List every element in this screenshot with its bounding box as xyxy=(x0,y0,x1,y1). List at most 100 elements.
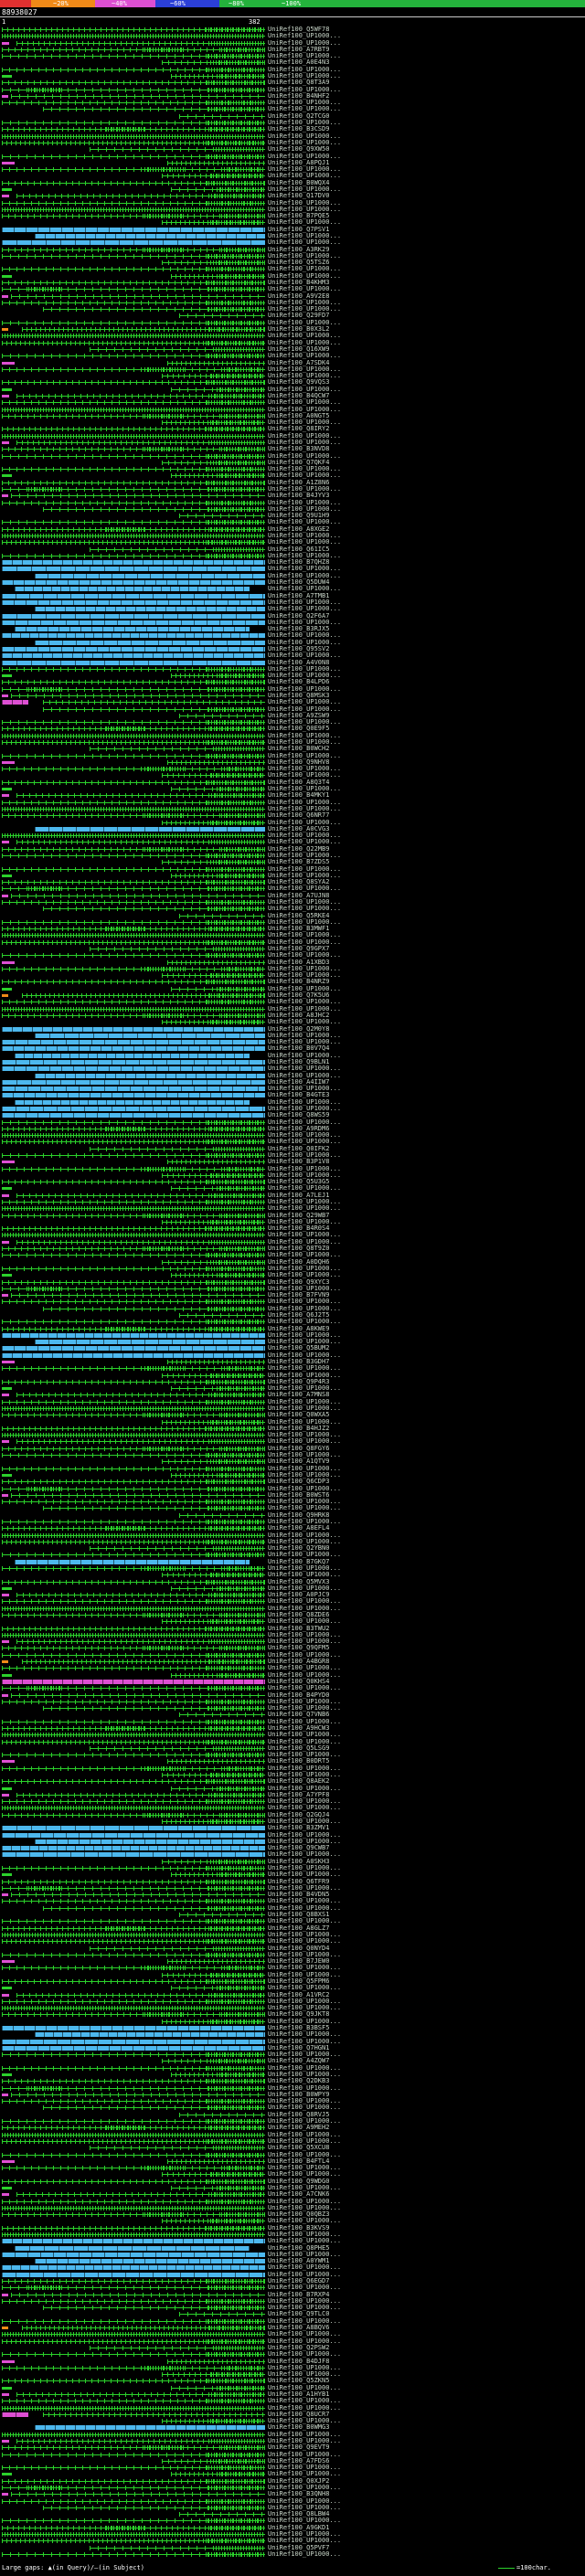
hit-bar-segment[interactable] xyxy=(2,2006,265,2011)
hit-bar-segment[interactable] xyxy=(179,2312,265,2317)
hit-bar-segment[interactable] xyxy=(2,361,16,365)
hit-bar-segment[interactable] xyxy=(220,1366,265,1372)
hit-bar-segment[interactable] xyxy=(209,773,265,779)
hit-bar-segment[interactable] xyxy=(34,2032,265,2038)
hit-bar-segment[interactable] xyxy=(209,2059,265,2064)
hit-bar-segment[interactable] xyxy=(205,1000,265,1005)
hit-bar-segment[interactable] xyxy=(2,987,13,991)
hit-bar-segment[interactable] xyxy=(205,1779,265,1785)
hit-bar-segment[interactable] xyxy=(208,1326,265,1331)
hit-bar-segment[interactable] xyxy=(209,174,265,179)
hit-bar-segment[interactable] xyxy=(2,1733,265,1738)
hit-bar-segment[interactable] xyxy=(208,1506,265,1511)
hit-bar-segment[interactable] xyxy=(28,2285,62,2291)
hit-bar-segment[interactable] xyxy=(217,787,265,792)
hit-bar-segment[interactable] xyxy=(10,2292,265,2297)
hit-bar-segment[interactable] xyxy=(205,253,265,259)
hit-bar-segment[interactable] xyxy=(208,1992,265,1998)
hit-bar-segment[interactable] xyxy=(209,2219,265,2224)
hit-bar-segment[interactable] xyxy=(205,1140,265,1145)
hit-bar-segment[interactable] xyxy=(2,660,265,665)
hit-bar-segment[interactable] xyxy=(220,1646,265,1651)
hit-bar-segment[interactable] xyxy=(205,1399,265,1405)
hit-bar-segment[interactable] xyxy=(2,760,16,764)
hit-bar-segment[interactable] xyxy=(2,806,265,811)
hit-bar-segment[interactable] xyxy=(205,2338,265,2344)
hit-bar-segment[interactable] xyxy=(205,1753,265,1758)
hit-bar-segment[interactable] xyxy=(104,1925,145,1931)
hit-bar-segment[interactable] xyxy=(205,680,265,685)
hit-bar-segment[interactable] xyxy=(205,1320,265,1325)
hit-bar-segment[interactable] xyxy=(28,1486,62,1491)
hit-bar-segment[interactable] xyxy=(208,1593,265,1598)
hit-bar-segment[interactable] xyxy=(205,980,265,985)
hit-bar-segment[interactable] xyxy=(209,1419,265,1425)
hit-bar-segment[interactable] xyxy=(2,534,265,539)
hit-bar-segment[interactable] xyxy=(2,1187,13,1191)
hit-bar-segment[interactable] xyxy=(208,2391,265,2397)
hit-bar-segment[interactable] xyxy=(2,75,13,79)
hit-bar-segment[interactable] xyxy=(217,1672,265,1678)
hit-bar-segment[interactable] xyxy=(220,1446,265,1451)
hit-bar-segment[interactable] xyxy=(215,546,265,552)
hit-bar-segment[interactable] xyxy=(2,1993,10,1997)
hit-bar-segment[interactable] xyxy=(217,1986,265,1991)
hit-bar-segment[interactable] xyxy=(166,2359,265,2364)
hit-bar-segment[interactable] xyxy=(2,2093,8,2096)
hit-bar-segment[interactable] xyxy=(34,1073,265,1078)
hit-bar-segment[interactable] xyxy=(179,913,265,918)
hit-bar-segment[interactable] xyxy=(220,2166,265,2171)
hit-bar-segment[interactable] xyxy=(209,2372,265,2378)
hit-bar-segment[interactable] xyxy=(208,1526,265,1532)
hit-bar-segment[interactable] xyxy=(205,480,265,485)
hit-bar-segment[interactable] xyxy=(2,1832,265,1838)
hit-bar-segment[interactable] xyxy=(144,167,186,173)
hit-bar-segment[interactable] xyxy=(209,1772,265,1777)
hit-bar-segment[interactable] xyxy=(205,899,265,905)
hit-bar-segment[interactable] xyxy=(205,2539,265,2544)
hit-bar-segment[interactable] xyxy=(144,2166,186,2171)
hit-bar-segment[interactable] xyxy=(208,393,265,398)
hit-bar-segment[interactable] xyxy=(10,2492,265,2497)
hit-bar-segment[interactable] xyxy=(205,154,265,159)
hit-bar-segment[interactable] xyxy=(2,1240,10,1244)
hit-bar-segment[interactable] xyxy=(34,607,265,612)
hit-bar-segment[interactable] xyxy=(208,706,265,712)
hit-bar-segment[interactable] xyxy=(208,1639,265,1645)
hit-bar-segment[interactable] xyxy=(209,1219,265,1224)
hit-bar-segment[interactable] xyxy=(215,147,265,153)
hit-bar-segment[interactable] xyxy=(104,1326,145,1331)
hit-bar-segment[interactable] xyxy=(209,860,265,865)
hit-bar-segment[interactable] xyxy=(217,273,265,279)
hit-bar-segment[interactable] xyxy=(217,673,265,679)
hit-bar-segment[interactable] xyxy=(208,1239,265,1245)
hit-bar-segment[interactable] xyxy=(2,1760,16,1764)
hit-bar-segment[interactable] xyxy=(205,1939,265,1945)
hit-bar-segment[interactable] xyxy=(2,2332,265,2337)
hit-bar-segment[interactable] xyxy=(217,1872,265,1878)
hit-bar-segment[interactable] xyxy=(205,354,265,359)
hit-bar-segment[interactable] xyxy=(179,113,265,119)
hit-bar-segment[interactable] xyxy=(2,2193,10,2197)
hit-bar-segment[interactable] xyxy=(2,1673,13,1677)
hit-bar-segment[interactable] xyxy=(166,759,265,765)
hit-bar-segment[interactable] xyxy=(2,1006,265,1012)
hit-bar-segment[interactable] xyxy=(10,293,265,299)
hit-bar-segment[interactable] xyxy=(205,880,265,885)
hit-bar-segment[interactable] xyxy=(179,2112,265,2117)
hit-bar-segment[interactable] xyxy=(104,526,145,532)
hit-bar-segment[interactable] xyxy=(2,328,8,332)
hit-bar-segment[interactable] xyxy=(2,187,13,191)
hit-bar-segment[interactable] xyxy=(2,1087,265,1092)
hit-bar-segment[interactable] xyxy=(220,2365,265,2370)
hit-bar-segment[interactable] xyxy=(208,2326,265,2331)
hit-bar-segment[interactable] xyxy=(2,833,265,839)
hit-bar-segment[interactable] xyxy=(15,1559,250,1564)
hit-bar-segment[interactable] xyxy=(144,2012,186,2018)
hit-bar-segment[interactable] xyxy=(208,1126,265,1131)
hit-bar-segment[interactable] xyxy=(208,1659,265,1665)
hit-bar-segment[interactable] xyxy=(205,400,265,406)
hit-bar-segment[interactable] xyxy=(205,54,265,59)
hit-bar-segment[interactable] xyxy=(144,2445,186,2451)
hit-bar-segment[interactable] xyxy=(15,1053,250,1058)
